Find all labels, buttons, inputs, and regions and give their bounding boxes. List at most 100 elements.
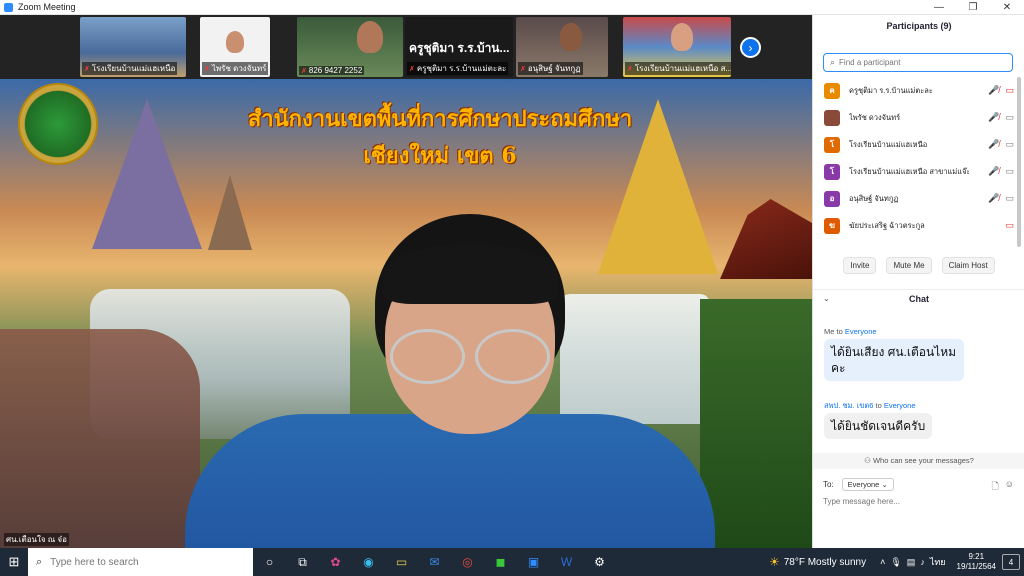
participant-status-icons: 🎤̸ ▭ (988, 166, 1014, 177)
participant-status-icons: 🎤̸ ▭ (988, 193, 1014, 204)
participant-actions: Invite Mute Me Claim Host (813, 257, 1024, 274)
file-icon[interactable]: 🗋 (992, 479, 999, 495)
taskbar-search-input[interactable] (50, 556, 231, 568)
tile-name: ไพรัช ดวงจันทร์ (211, 64, 267, 73)
video-tile[interactable]: ✗ 826 9427 2252 (297, 17, 403, 77)
mic-muted-icon: 🎤̸ (988, 193, 1000, 203)
side-panel: Participants (9) ⌕ ค ครูชุติมา ร.ร.บ้านแม… (812, 15, 1024, 548)
mic-muted-icon: 🎤̸ (988, 166, 1000, 176)
avatar (824, 109, 840, 126)
mute-me-button[interactable]: Mute Me (886, 257, 932, 274)
chat-message: ได้ยินเสียง ศน.เตือนไหมคะ (824, 339, 964, 381)
chevron-up-icon[interactable]: ˄ (880, 557, 885, 567)
recipient-dropdown[interactable]: Everyone ⌄ (841, 478, 894, 491)
claim-host-button[interactable]: Claim Host (941, 257, 995, 274)
emoji-icon[interactable]: ☺ (1005, 479, 1014, 495)
language-indicator[interactable]: ไทย (930, 555, 946, 569)
next-page-icon[interactable]: › (740, 37, 761, 58)
tile-name: ครูชุติมา ร.ร.บ้านแม่ตะละ (416, 64, 507, 73)
participant-name: โรงเรียนบ้านแม่แฮเหนือ สาขาแม่แจ๊ะ (849, 166, 969, 176)
obec-logo (18, 83, 98, 165)
camera-icon: ▭ (1005, 166, 1014, 176)
weather-text: 78°F Mostly sunny (783, 556, 867, 568)
participant-search[interactable]: ⌕ (823, 53, 1013, 72)
participant-name: ฆัยประเสริฐ ฉ้าวตระกูล (849, 220, 925, 230)
task-view-icon[interactable]: ○ (253, 548, 286, 576)
video-tile[interactable]: ✗ ไพรัช ดวงจันทร์ (200, 17, 270, 77)
network-icon[interactable]: ▤ (907, 557, 916, 568)
participant-search-input[interactable] (839, 58, 1000, 67)
avatar: ค (824, 82, 840, 99)
participant-row[interactable]: ไพรัช ดวงจันทร์ 🎤̸ ▭ (813, 104, 1018, 131)
avatar: อ (824, 190, 840, 207)
participant-row[interactable]: ฆ ฆัยประเสริฐ ฉ้าวตระกูล ▭ (813, 212, 1018, 239)
settings-icon[interactable]: ⚙ (583, 548, 616, 576)
speaker-caption: ศน.เตือนใจ ณ จ๋อ (4, 533, 69, 546)
video-tile[interactable]: ✗ อนุสิษฐ์ จันทกูฏ (516, 17, 608, 77)
weather-widget[interactable]: ☀ 78°F Mostly sunny (769, 555, 866, 569)
banner-line2: เชียงใหม่ เขต 6 (363, 143, 517, 169)
mic-muted-icon: ✗ (409, 65, 415, 73)
message-sender: Me (824, 327, 835, 336)
file-explorer-icon[interactable]: ▭ (385, 548, 418, 576)
message-recipient: Everyone (883, 401, 916, 410)
recipient-selector: To: Everyone ⌄ (823, 478, 894, 491)
chat-input[interactable] (823, 497, 1013, 506)
line-icon[interactable]: ◼ (484, 548, 517, 576)
participant-row[interactable]: โ โรงเรียนบ้านแม่แฮเหนือ 🎤̸ ▭ (813, 131, 1018, 158)
minimize-button[interactable]: — (922, 0, 956, 15)
camera-icon: ▭ (1005, 139, 1014, 149)
invite-button[interactable]: Invite (843, 257, 877, 274)
participant-row[interactable]: ค ครูชุติมา ร.ร.บ้านแม่ตะละ 🎤̸ ▭ (813, 77, 1018, 104)
restore-button[interactable]: ❐ (956, 0, 990, 15)
who-can-see-link[interactable]: ⚇ Who can see your messages? (813, 453, 1024, 469)
chat-title: Chat (909, 294, 929, 304)
zoom-window: Zoom Meeting — ❐ ✕ ✗ โรงเรียนบ้านแม่แฮเหน… (0, 0, 1024, 576)
chat-header: ⌄ Chat (813, 289, 1024, 307)
edge-icon[interactable]: ◉ (352, 548, 385, 576)
video-tile[interactable]: ✗ โรงเรียนบ้านแม่แฮเหนือ (80, 17, 186, 77)
mail-icon[interactable]: ✉ (418, 548, 451, 576)
system-tray: ☀ 78°F Mostly sunny ˄ 🎙 ▤ ♪ ไทย 9:21 19/… (769, 548, 1024, 576)
mic-muted-icon: ✗ (627, 65, 633, 73)
participants-scrollbar[interactable] (1017, 77, 1021, 247)
participant-row[interactable]: โ โรงเรียนบ้านแม่แฮเหนือ สาขาแม่แจ๊ะ 🎤̸ ▭ (813, 158, 1018, 185)
clock[interactable]: 9:21 19/11/2564 (957, 552, 996, 572)
banner-line1: สำนักงานเขตพื้นที่การศึกษาประถมศึกษา (247, 106, 633, 132)
temple-roof-image (720, 199, 812, 279)
speaker-bangs (383, 244, 558, 304)
windows-start-icon[interactable]: ⊞ (0, 548, 28, 576)
participant-face (357, 21, 383, 53)
chat-tools: 🗋 ☺ (992, 479, 1014, 495)
tile-name: โรงเรียนบ้านแม่แฮเหนือ ส... (634, 64, 731, 73)
notification-center-icon[interactable]: 4 (1002, 554, 1020, 570)
message-recipient: Everyone (844, 327, 877, 336)
microphone-icon[interactable]: 🎙 (890, 557, 901, 568)
mic-muted-icon: 🎤̸ (988, 139, 1000, 149)
sun-icon: ☀ (768, 555, 780, 569)
search-icon: ⌕ (36, 555, 43, 568)
tile-big-label: ครูชุติมา ร.ร.บ้าน... (409, 41, 510, 55)
close-button[interactable]: ✕ (990, 0, 1024, 15)
widgets-icon[interactable]: ⧉ (286, 548, 319, 576)
zoom-icon[interactable]: ▣ (517, 548, 550, 576)
video-tile[interactable]: ✗ โรงเรียนบ้านแม่แฮเหนือ ส... (623, 17, 731, 77)
video-tile-active[interactable]: ครูชุติมา ร.ร.บ้าน... ✗ ครูชุติมา ร.ร.บ้า… (405, 17, 513, 77)
taskbar-search[interactable]: ⌕ (28, 548, 253, 576)
tile-name: อนุสิษฐ์ จันทกูฏ (527, 64, 581, 73)
chrome-icon[interactable]: ◎ (451, 548, 484, 576)
participant-name: อนุสิษฐ์ จันทกูฏ (849, 193, 899, 203)
chat-message: ได้ยินชัดเจนดีครับ (824, 413, 933, 439)
message-meta: Me to Everyone (824, 327, 877, 336)
mic-muted-icon: ✗ (84, 65, 90, 73)
paint-icon[interactable]: ✿ (319, 548, 352, 576)
to-label: To: (823, 480, 834, 489)
word-icon[interactable]: W (550, 548, 583, 576)
tile-name: โรงเรียนบ้านแม่แฮเหนือ (91, 64, 176, 73)
volume-icon[interactable]: ♪ (920, 557, 925, 567)
participant-row[interactable]: อ อนุสิษฐ์ จันทกูฏ 🎤̸ ▭ (813, 185, 1018, 212)
participant-status-icons: 🎤̸ ▭ (988, 112, 1014, 123)
video-area: ✗ โรงเรียนบ้านแม่แฮเหนือ ✗ ไพรัช ดวงจันทร์… (0, 15, 812, 548)
search-icon: ⌕ (830, 57, 836, 67)
avatar: โ (824, 136, 840, 153)
